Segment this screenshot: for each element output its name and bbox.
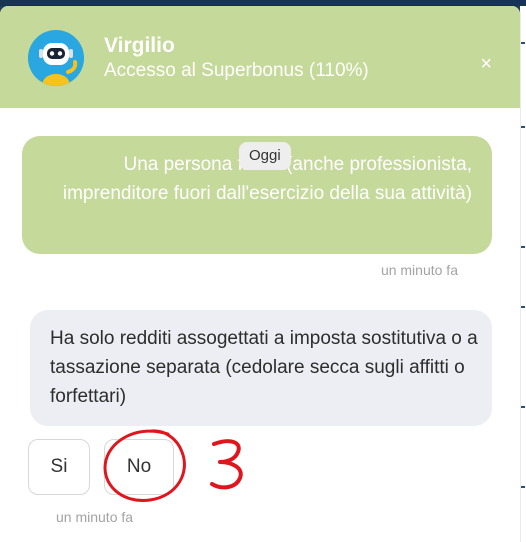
quick-reply-si-button[interactable]: Si	[28, 439, 90, 495]
close-icon[interactable]: ×	[480, 54, 492, 74]
bot-avatar-icon	[28, 30, 84, 86]
chat-header: Virgilio Accesso al Superbonus (110%) ×	[0, 6, 520, 108]
bot-message-time: un minuto fa	[56, 509, 134, 525]
user-message-time: un minuto fa	[380, 262, 458, 278]
page-edge	[520, 6, 526, 542]
bot-name: Virgilio	[104, 34, 175, 57]
bot-message-text: Ha solo redditi assogettati a imposta so…	[50, 328, 478, 407]
chat-window: Virgilio Accesso al Superbonus (110%) × …	[0, 6, 520, 542]
bot-message-bubble: Ha solo redditi assogettati a imposta so…	[30, 310, 492, 426]
quick-reply-no-button[interactable]: No	[104, 439, 174, 495]
date-badge: Oggi	[239, 142, 291, 170]
chat-subtitle: Accesso al Superbonus (110%)	[104, 60, 369, 81]
